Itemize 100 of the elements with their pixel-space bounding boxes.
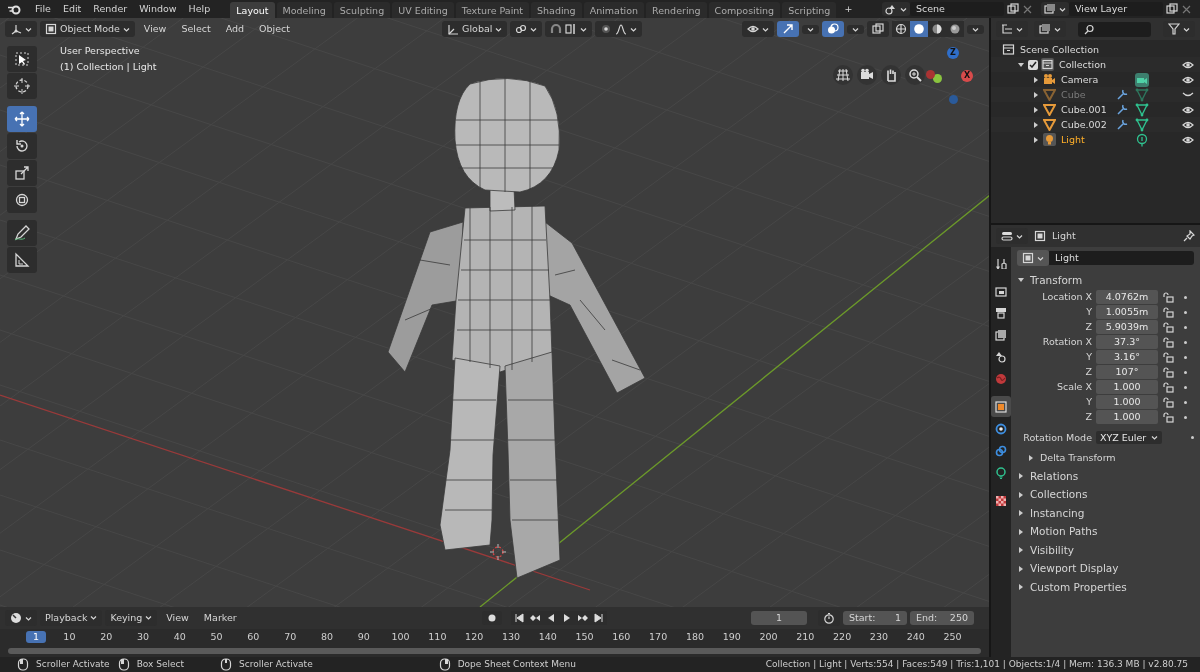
menu-item[interactable]: Window xyxy=(133,2,183,16)
number-field[interactable]: 5.9039m xyxy=(1096,320,1158,334)
start-frame-field[interactable]: Start: 1 xyxy=(843,611,907,625)
shading-mode-button[interactable] xyxy=(946,21,964,37)
keyframe-dot[interactable] xyxy=(1184,370,1187,374)
keyframe-dot[interactable] xyxy=(1191,436,1194,439)
collapsed-arrow-icon[interactable] xyxy=(1032,105,1040,114)
panel-header[interactable]: Visibility xyxy=(1030,543,1074,557)
mode-dropdown[interactable]: Object Mode xyxy=(40,21,135,37)
gizmo-dropdown[interactable] xyxy=(802,24,819,34)
scene-name-field[interactable]: Scene xyxy=(910,2,1004,16)
gizmo-axis-handle[interactable] xyxy=(949,95,958,104)
number-field[interactable]: 3.16° xyxy=(1096,350,1158,364)
subpanel-header[interactable]: Delta Transform xyxy=(1040,452,1116,464)
number-field[interactable]: 1.000 xyxy=(1096,410,1158,424)
expanded-arrow-icon[interactable] xyxy=(1017,60,1025,69)
shading-dropdown[interactable] xyxy=(967,24,984,34)
scrollbar[interactable] xyxy=(8,648,981,654)
workspace-tab[interactable]: Shading xyxy=(531,1,582,18)
padlock-icon[interactable] xyxy=(1162,351,1174,363)
tool-button[interactable] xyxy=(7,73,37,99)
visibility-dropdown[interactable] xyxy=(742,21,774,37)
workspace-tab[interactable]: UV Editing xyxy=(392,1,454,18)
outliner-item-label[interactable]: Light xyxy=(1061,133,1113,146)
panel-header[interactable]: Motion Paths xyxy=(1030,525,1098,539)
object-name-field[interactable]: Light xyxy=(1049,251,1194,265)
padlock-icon[interactable] xyxy=(1162,381,1174,393)
shading-mode-button[interactable] xyxy=(892,21,910,37)
collapsed-arrow-icon[interactable] xyxy=(1017,490,1025,499)
workspace-tab[interactable]: Compositing xyxy=(708,1,781,18)
checkbox[interactable] xyxy=(1028,59,1038,70)
add-workspace-button[interactable]: + xyxy=(838,2,859,16)
xray-toggle[interactable] xyxy=(867,21,889,37)
workspace-tab[interactable]: Texture Paint xyxy=(455,1,530,18)
menu-item[interactable]: Object xyxy=(253,22,297,36)
pivot-dropdown[interactable] xyxy=(510,21,543,37)
padlock-icon[interactable] xyxy=(1162,321,1174,333)
overlays-dropdown[interactable] xyxy=(847,24,864,34)
workspace-tab[interactable]: Modeling xyxy=(276,1,332,18)
outliner-item-label[interactable]: Scene Collection xyxy=(1020,43,1099,56)
camera-view-button[interactable] xyxy=(857,65,877,85)
number-field[interactable]: 107° xyxy=(1096,365,1158,379)
panel-header[interactable]: Viewport Display xyxy=(1030,562,1119,576)
padlock-icon[interactable] xyxy=(1162,411,1174,423)
panel-header[interactable]: Collections xyxy=(1030,488,1088,502)
menu-item[interactable]: Playback xyxy=(40,610,103,626)
collapsed-arrow-icon[interactable] xyxy=(1032,120,1040,129)
panel-header[interactable]: Custom Properties xyxy=(1030,580,1127,594)
tool-button[interactable] xyxy=(7,247,37,273)
end-frame-field[interactable]: End: 250 xyxy=(910,611,974,625)
padlock-icon[interactable] xyxy=(1162,366,1174,378)
orientation-dropdown[interactable]: Global xyxy=(442,21,508,37)
keyframe-dot[interactable] xyxy=(1184,295,1187,299)
collapsed-arrow-icon[interactable] xyxy=(1032,75,1040,84)
grid-view-button[interactable] xyxy=(833,65,853,85)
collapsed-arrow-icon[interactable] xyxy=(1017,546,1025,555)
number-field[interactable]: 4.0762m xyxy=(1096,290,1158,304)
outliner-item-label[interactable]: Collection xyxy=(1059,58,1111,71)
workspace-tab[interactable]: Sculpting xyxy=(333,1,391,18)
gizmo-toggle[interactable] xyxy=(777,21,799,37)
view-layer-browse-button[interactable] xyxy=(1041,2,1069,16)
keyframe-dot[interactable] xyxy=(1184,340,1187,344)
proportional-edit-button[interactable] xyxy=(595,21,643,37)
zoom-view-button[interactable] xyxy=(905,65,925,85)
menu-item[interactable]: Add xyxy=(219,22,251,36)
collapsed-arrow-icon[interactable] xyxy=(1017,583,1025,592)
panel-header[interactable]: Transform xyxy=(1030,273,1083,287)
data-browse-button[interactable] xyxy=(1017,250,1049,266)
collapsed-arrow-icon[interactable] xyxy=(1017,564,1025,573)
collapsed-arrow-icon[interactable] xyxy=(1017,509,1025,518)
workspace-tab[interactable]: Animation xyxy=(583,1,645,18)
current-frame-field[interactable]: 1 xyxy=(751,611,807,625)
outliner-item-label[interactable]: Cube.002 xyxy=(1061,118,1113,131)
collapsed-arrow-icon[interactable] xyxy=(1017,472,1025,481)
outliner-item-label[interactable]: Cube.001 xyxy=(1061,103,1113,116)
panel-header[interactable]: Instancing xyxy=(1030,506,1085,520)
padlock-icon[interactable] xyxy=(1162,396,1174,408)
editor-type-button[interactable] xyxy=(5,21,37,37)
menu-item[interactable]: Select xyxy=(175,22,217,36)
tool-button[interactable] xyxy=(7,187,37,213)
tool-button[interactable] xyxy=(7,46,37,72)
snap-button[interactable] xyxy=(545,21,593,37)
overlays-toggle[interactable] xyxy=(822,21,844,37)
gizmo-axis-button[interactable]: Z xyxy=(947,47,959,59)
preview-range-toggle[interactable] xyxy=(818,610,840,626)
close-icon[interactable] xyxy=(1022,3,1033,15)
menu-item[interactable]: Keying xyxy=(105,610,158,626)
menu-item[interactable]: View xyxy=(137,22,173,36)
number-field[interactable]: 1.000 xyxy=(1096,380,1158,394)
gizmo-axis-button[interactable]: X xyxy=(961,70,973,82)
collapsed-arrow-icon[interactable] xyxy=(1027,453,1035,462)
pin-icon[interactable] xyxy=(1183,230,1195,242)
padlock-icon[interactable] xyxy=(1162,306,1174,318)
keyframe-dot[interactable] xyxy=(1184,385,1187,389)
tool-button[interactable] xyxy=(7,133,37,159)
keyframe-dot[interactable] xyxy=(1184,355,1187,359)
shading-mode-button[interactable] xyxy=(910,21,928,37)
keyframe-dot[interactable] xyxy=(1184,415,1187,419)
number-field[interactable]: 1.000 xyxy=(1096,395,1158,409)
keyframe-dot[interactable] xyxy=(1184,400,1187,404)
